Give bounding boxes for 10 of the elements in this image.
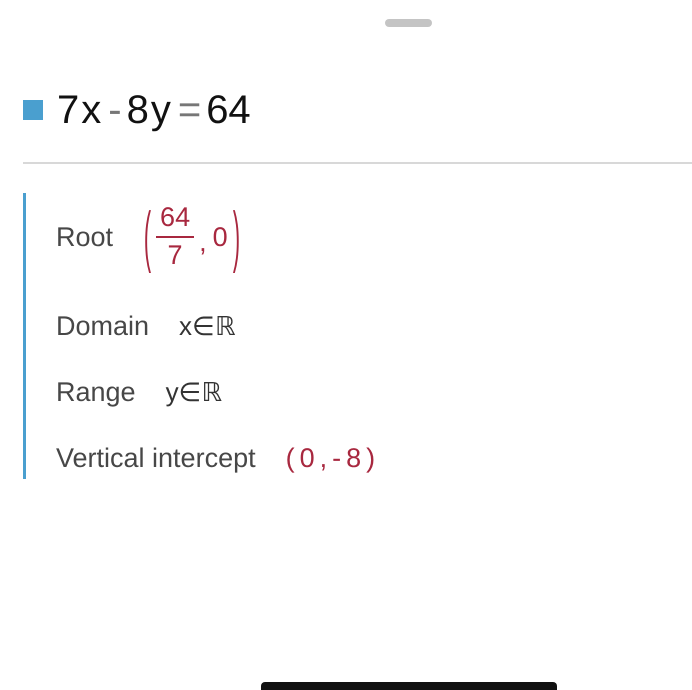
property-label: Vertical intercept: [56, 442, 256, 474]
property-label: Range: [56, 376, 136, 408]
equation-text: 7x -8y =64: [57, 90, 252, 130]
drag-handle[interactable]: [385, 19, 432, 27]
property-label: Root: [56, 222, 114, 252]
color-swatch-icon: [23, 100, 43, 120]
set-value: x∈ℝ: [179, 310, 236, 342]
set-value: y∈ℝ: [166, 376, 223, 408]
property-label: Domain: [56, 310, 150, 342]
point-value: (0,-8): [286, 442, 380, 474]
